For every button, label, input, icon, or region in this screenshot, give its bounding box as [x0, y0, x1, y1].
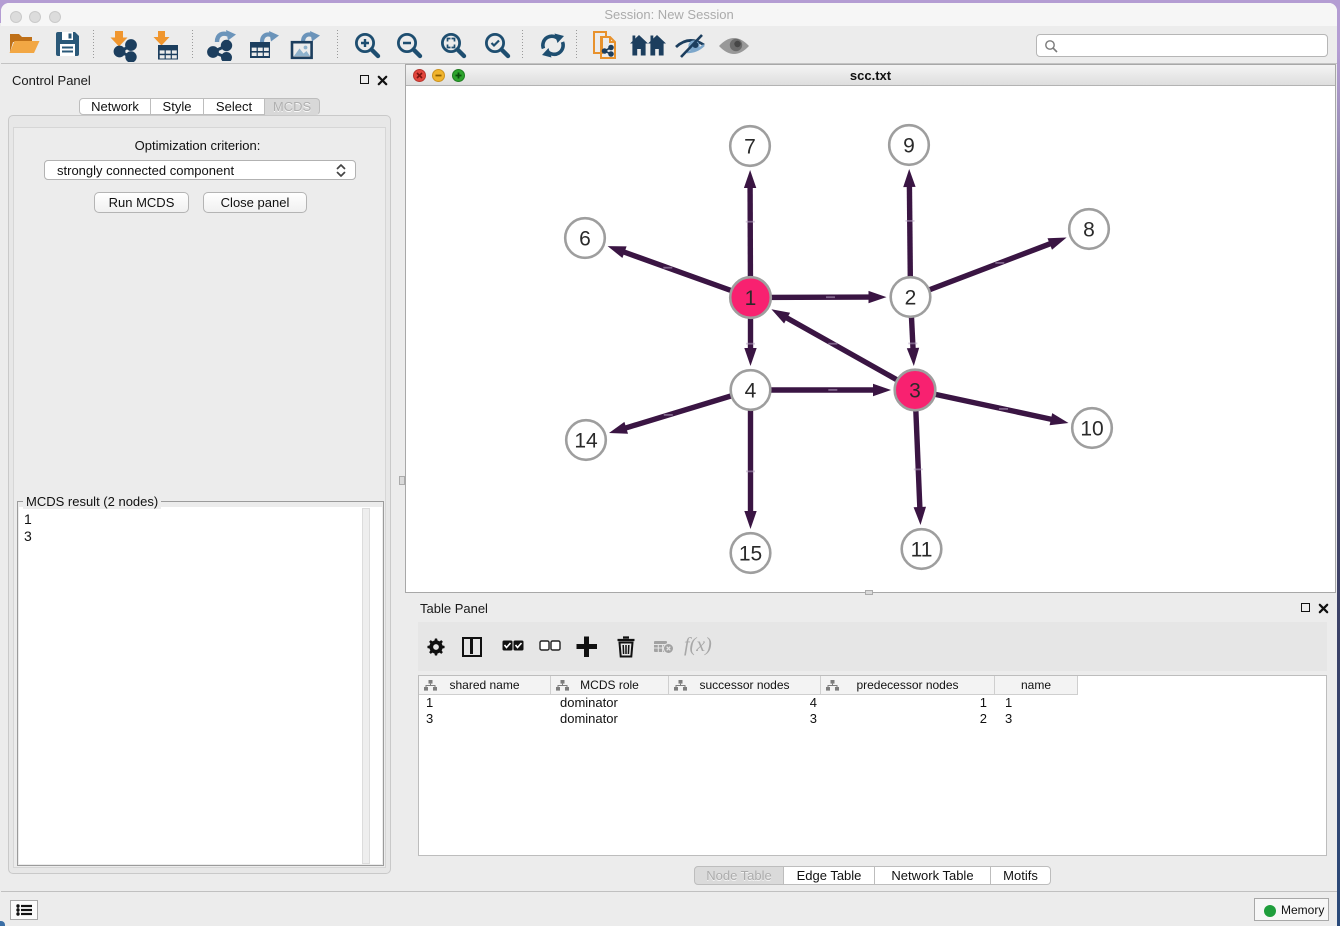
svg-text:2: 2	[905, 287, 917, 310]
svg-text:4: 4	[745, 380, 757, 403]
svg-text:10: 10	[1080, 418, 1103, 441]
svg-text:1: 1	[745, 287, 757, 310]
svg-text:6: 6	[579, 228, 591, 251]
svg-text:15: 15	[739, 543, 762, 566]
svg-text:14: 14	[574, 430, 598, 453]
svg-text:9: 9	[903, 135, 915, 158]
svg-text:3: 3	[909, 380, 921, 403]
svg-text:7: 7	[744, 136, 756, 159]
svg-text:11: 11	[911, 539, 933, 562]
svg-text:8: 8	[1083, 219, 1095, 242]
